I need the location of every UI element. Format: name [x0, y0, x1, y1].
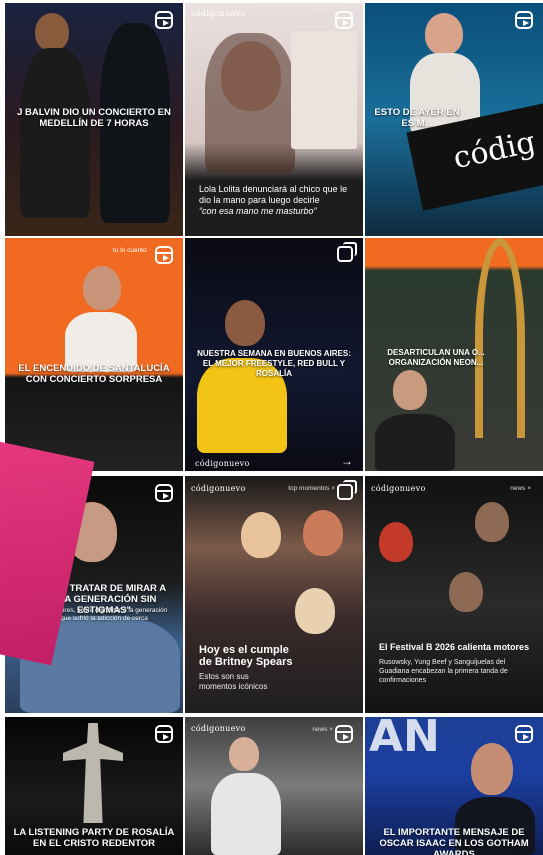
post-caption: El Festival B 2026 calienta motores — [379, 642, 530, 652]
post-tile-11[interactable]: códigonuevo news × — [185, 717, 363, 855]
post-caption: Hoy es el cumple de Britney Spears — [199, 644, 293, 668]
brand-logo: códigonuevo — [191, 724, 246, 733]
reel-icon — [335, 725, 353, 743]
post-tile-6[interactable]: DESARTICULAN UNA O... ORGANIZACIÓN NEON.… — [365, 238, 543, 471]
person-head — [393, 370, 427, 410]
post-caption: Lola Lolita denunciará al chico que le d… — [199, 184, 348, 205]
carousel-icon — [337, 242, 357, 262]
brand-logo: códigonuevo — [195, 459, 250, 468]
posts-grid: J BALVIN DIO UN CONCIERTO EN MEDELLÍN DE… — [0, 0, 543, 855]
post-caption: NUESTRA SEMANA EN BUENOS AIRES: EL MEJOR… — [197, 349, 351, 378]
arch-structure — [475, 238, 525, 438]
performer-body — [20, 48, 90, 218]
inset-photo — [291, 31, 357, 149]
post-tag: top momentos × — [288, 485, 335, 492]
person-body — [211, 773, 281, 855]
actor-head — [471, 743, 513, 795]
post-quote: “con esa mano me masturbo” — [199, 206, 317, 216]
person-body — [375, 414, 455, 471]
speaker-head — [425, 13, 463, 55]
post-tile-9[interactable]: códigonuevo news × El Festival B 2026 ca… — [365, 476, 543, 713]
post-tile-3[interactable]: ESTO DE AYER EN ES M... códig — [365, 3, 543, 236]
backdrop-letters: AN — [369, 717, 440, 762]
reel-icon — [155, 11, 173, 29]
performer-figure — [35, 13, 69, 51]
britney-photo-1 — [241, 512, 281, 558]
post-caption: EL ENCENDIDO DE SANTALUCÍA CON CONCIERTO… — [18, 363, 170, 385]
britney-photo-3 — [295, 588, 335, 634]
post-tile-8[interactable]: códigonuevo top momentos × Hoy es el cum… — [185, 476, 363, 713]
reel-icon — [335, 11, 353, 29]
post-tile-4[interactable]: tu lo cuento EL ENCENDIDO DE SANTALUCÍA … — [5, 238, 183, 471]
post-caption: DESARTICULAN UNA O... ORGANIZACIÓN NEON.… — [387, 348, 485, 367]
brand-logo: códigonuevo — [191, 9, 246, 18]
post-caption: EL IMPORTANTE MENSAJE DE OSCAR ISAAC EN … — [379, 827, 529, 855]
post-tag: news × — [510, 485, 531, 492]
brand-logo: códigonuevo — [371, 484, 426, 493]
post-caption: LA LISTENING PARTY DE ROSALÍA EN EL CRIS… — [13, 827, 175, 849]
post-tile-12[interactable]: AN EL IMPORTANTE MENSAJE DE OSCAR ISAAC … — [365, 717, 543, 855]
person-hair — [205, 33, 295, 173]
post-tile-1[interactable]: J BALVIN DIO UN CONCIERTO EN MEDELLÍN DE… — [5, 3, 183, 236]
reel-icon — [515, 11, 533, 29]
carousel-icon — [337, 480, 357, 500]
reel-icon — [155, 725, 173, 743]
post-caption: J BALVIN DIO UN CONCIERTO EN MEDELLÍN DE… — [17, 107, 171, 129]
post-tag: news × — [312, 726, 333, 733]
post-subcaption: Rusowsky, Yung Beef y Sanguijuelas del G… — [379, 659, 508, 684]
post-tag: tu lo cuento — [113, 247, 147, 254]
person-head — [229, 737, 259, 771]
man-head — [83, 266, 121, 310]
artist-1 — [379, 522, 413, 562]
brand-logo: códigonuevo — [191, 484, 246, 493]
post-tile-5[interactable]: NUESTRA SEMANA EN BUENOS AIRES: EL MEJOR… — [185, 238, 363, 471]
reel-icon — [155, 484, 173, 502]
post-tile-2[interactable]: códigonuevo news × Lola Lolita denunciar… — [185, 3, 363, 236]
player-head — [225, 300, 265, 346]
statue-shape — [63, 723, 123, 823]
next-arrow[interactable]: → — [341, 454, 353, 468]
post-subcaption: Estos son sus momentos icónicos — [199, 672, 268, 691]
artist-3 — [449, 572, 483, 612]
britney-photo-2 — [303, 510, 343, 556]
artist-2 — [475, 502, 509, 542]
reel-icon — [155, 246, 173, 264]
post-tag: news × — [312, 12, 333, 19]
post-tile-10[interactable]: LA LISTENING PARTY DE ROSALÍA EN EL CRIS… — [5, 717, 183, 855]
reel-icon — [515, 725, 533, 743]
